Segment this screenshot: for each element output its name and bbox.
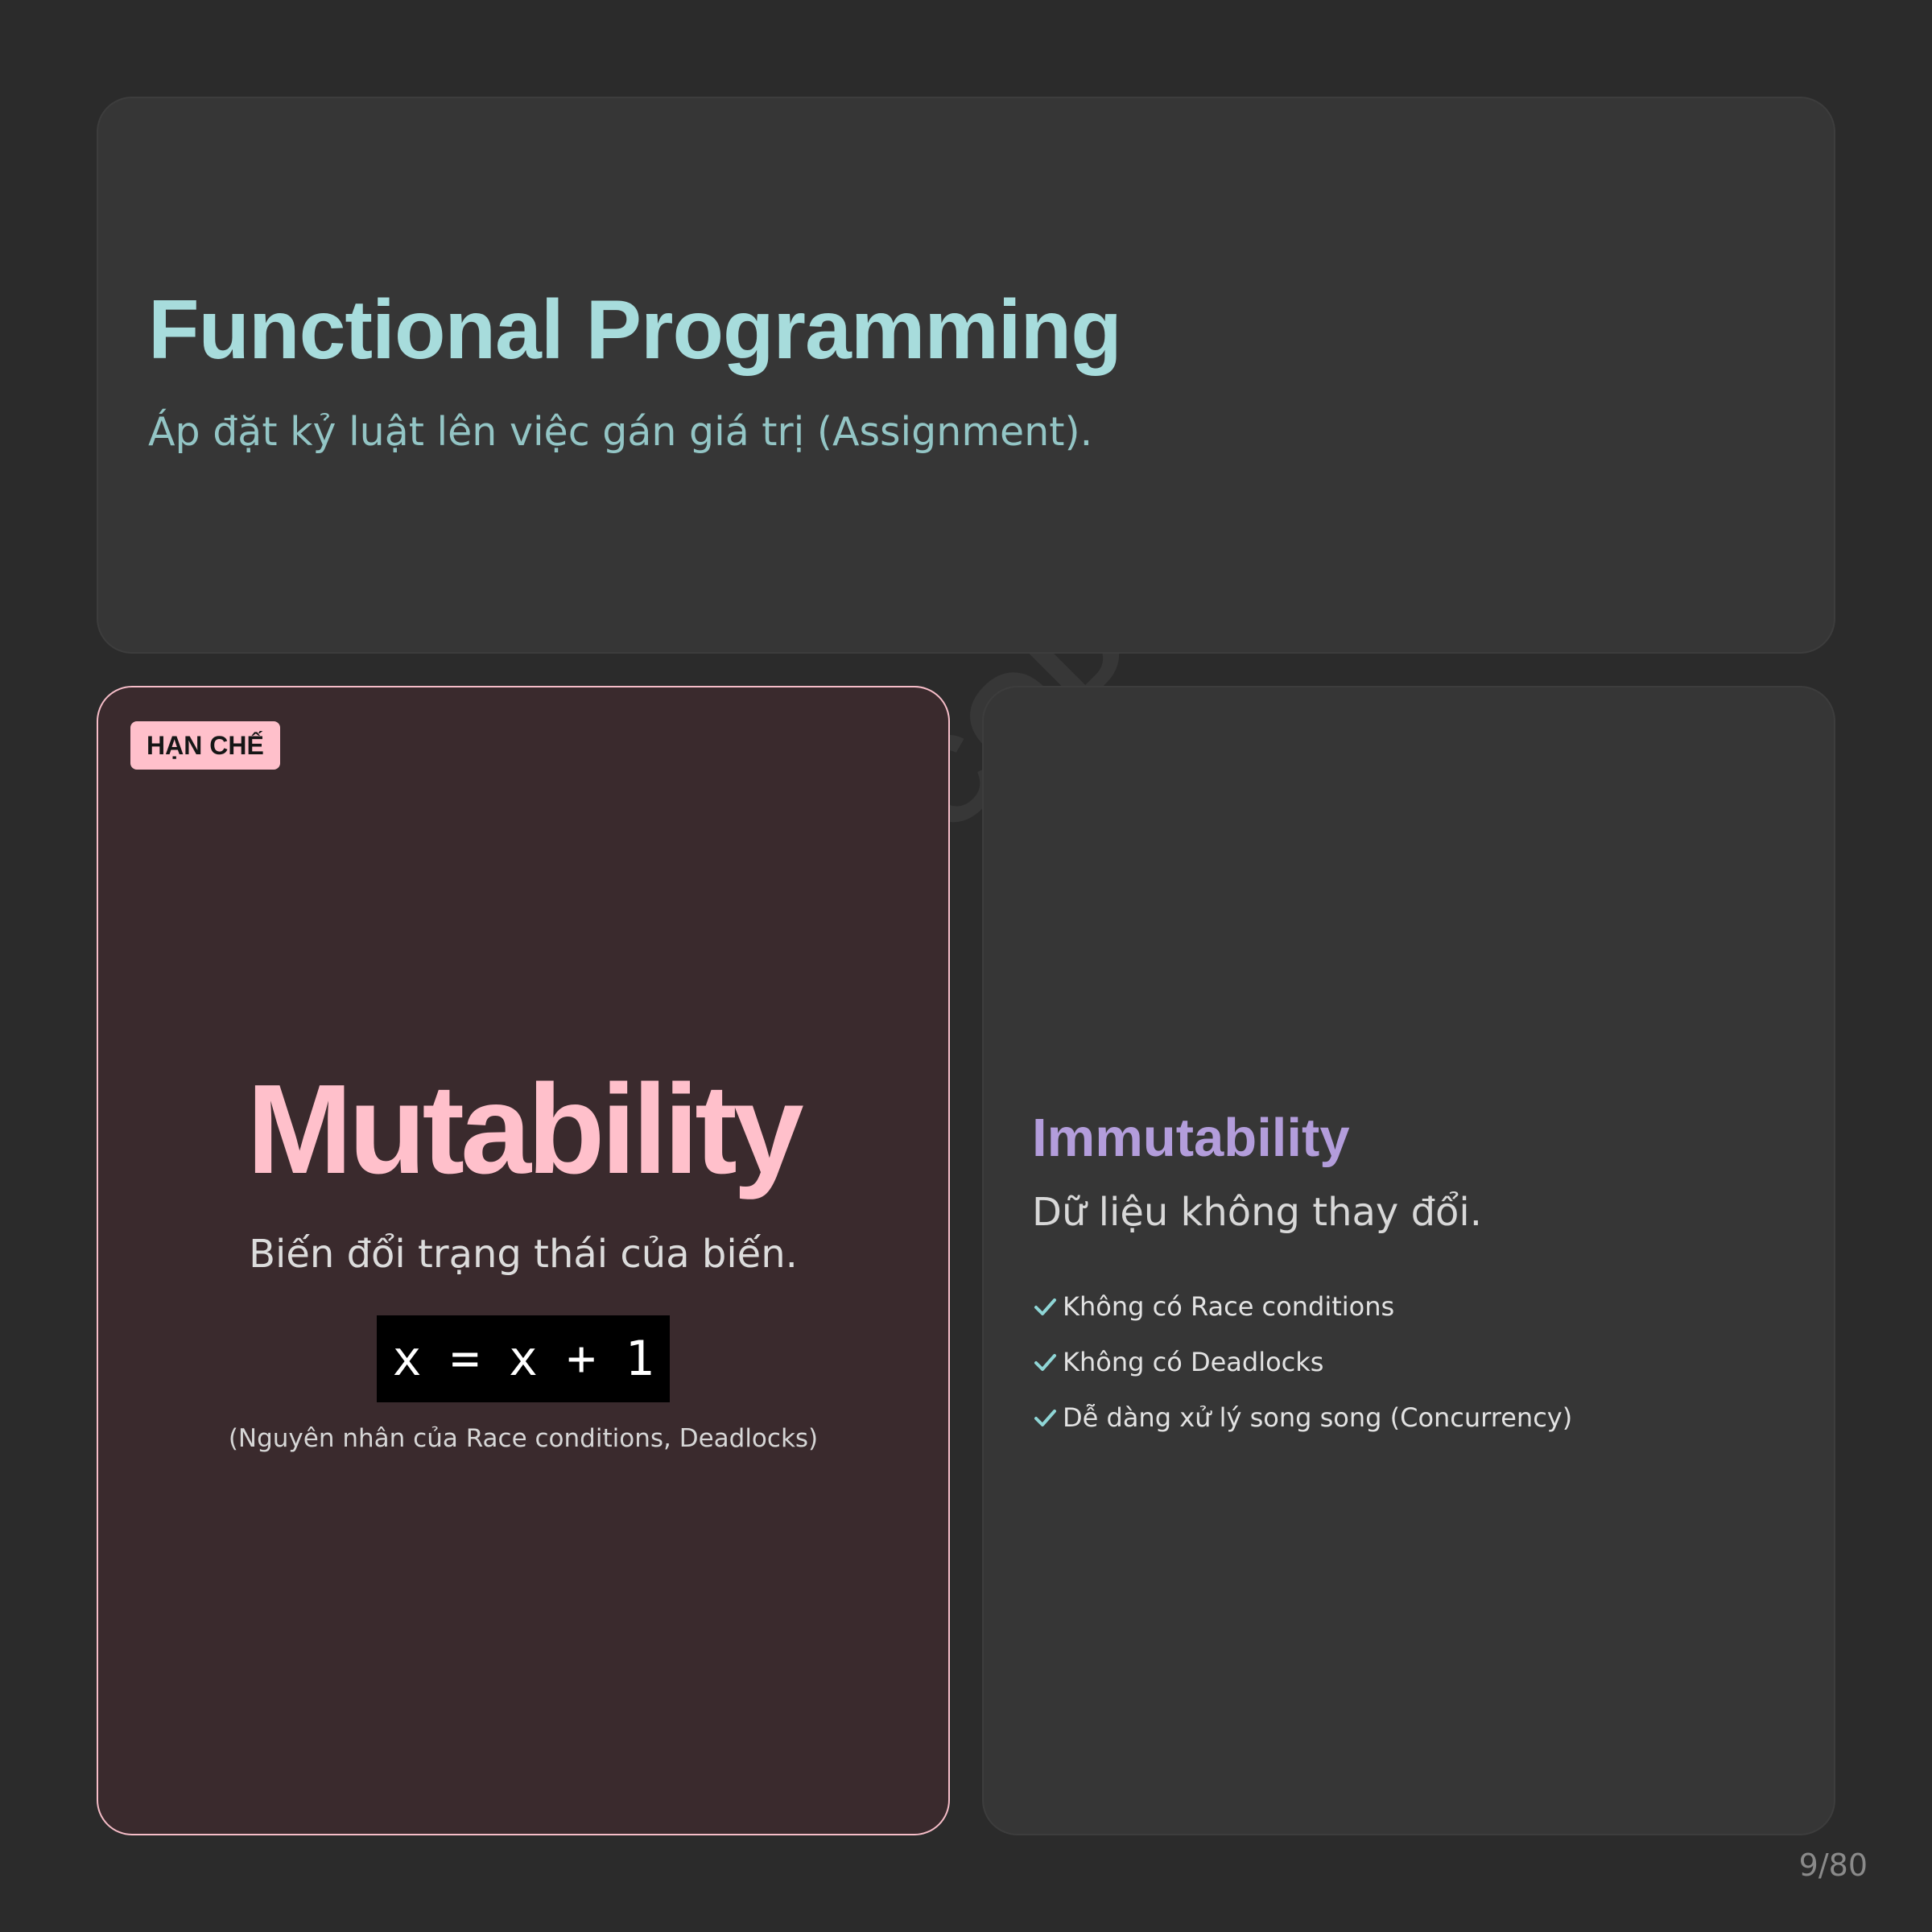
- mutability-description: Biến đổi trạng thái của biến.: [249, 1232, 798, 1277]
- code-snippet: x = x + 1: [377, 1315, 670, 1402]
- page-number: 9/80: [1798, 1847, 1868, 1883]
- immutability-title: Immutability: [1032, 1108, 1350, 1168]
- mutability-title: Mutability: [246, 1059, 803, 1200]
- immutability-card: Immutability Dữ liệu không thay đổi. Khô…: [982, 686, 1835, 1835]
- check-icon: [1032, 1294, 1058, 1319]
- page-title: Functional Programming: [148, 283, 1122, 377]
- limitation-badge: HẠN CHẾ: [130, 721, 280, 770]
- benefit-item: Không có Deadlocks: [1032, 1334, 1572, 1389]
- benefit-item: Không có Race conditions: [1032, 1278, 1572, 1334]
- benefit-label: Không có Deadlocks: [1063, 1346, 1324, 1377]
- benefit-item: Dễ dàng xử lý song song (Concurrency): [1032, 1389, 1572, 1445]
- benefit-list: Không có Race conditions Không có Deadlo…: [1032, 1278, 1572, 1445]
- benefit-label: Không có Race conditions: [1063, 1290, 1395, 1322]
- check-icon: [1032, 1349, 1058, 1375]
- page-subtitle: Áp đặt kỷ luật lên việc gán giá trị (Ass…: [148, 409, 1093, 455]
- mutability-note: (Nguyên nhân của Race conditions, Deadlo…: [228, 1424, 819, 1453]
- immutability-description: Dữ liệu không thay đổi.: [1032, 1190, 1483, 1235]
- header-card: Functional Programming Áp đặt kỷ luật lê…: [97, 97, 1835, 654]
- mutability-card: HẠN CHẾ Mutability Biến đổi trạng thái c…: [97, 686, 950, 1835]
- benefit-label: Dễ dàng xử lý song song (Concurrency): [1063, 1402, 1573, 1433]
- check-icon: [1032, 1405, 1058, 1430]
